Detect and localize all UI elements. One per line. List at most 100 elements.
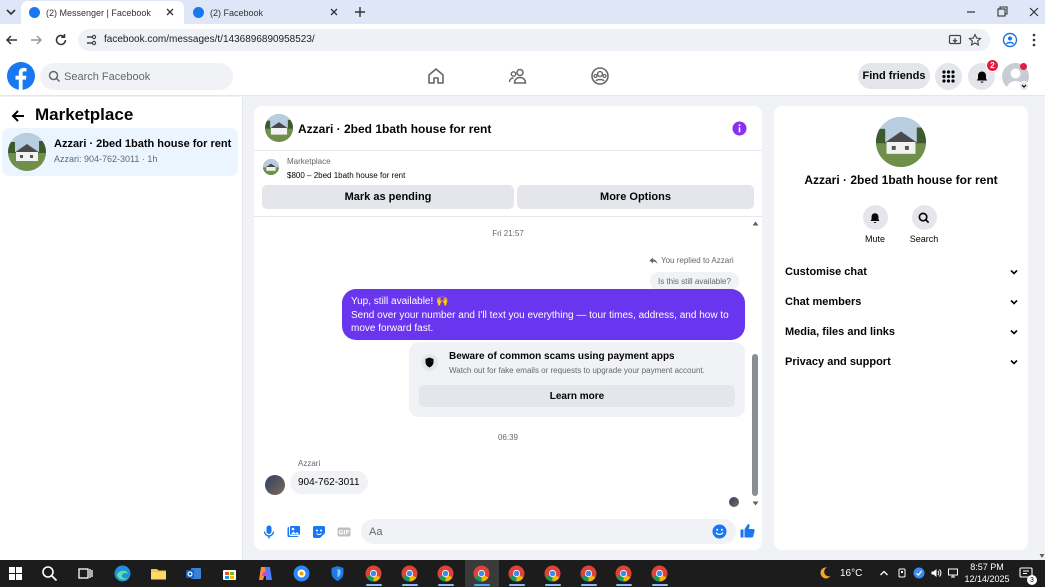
chat-info-panel: Azzari · 2bed 1bath house for rent Mute … — [774, 106, 1028, 550]
clock-date[interactable]: 12/14/2025 — [962, 574, 1012, 584]
quoted-message[interactable]: Is this still available? — [650, 272, 739, 290]
back-arrow-icon[interactable] — [10, 108, 26, 124]
chevron-down-icon — [1021, 84, 1027, 88]
sticker-icon[interactable] — [311, 524, 327, 540]
microphone-icon[interactable] — [261, 524, 277, 540]
chrome-icon[interactable] — [364, 564, 383, 583]
forward-icon[interactable] — [28, 32, 44, 48]
vpn-app-icon[interactable] — [913, 567, 925, 579]
facebook-header: Find friends 2 — [0, 56, 1045, 96]
conversation-item[interactable]: Azzari · 2bed 1bath house for rent Azzar… — [2, 128, 238, 176]
tab-facebook[interactable]: (2) Facebook — [185, 1, 348, 24]
account-caret[interactable] — [1019, 81, 1029, 91]
chrome-icon[interactable] — [614, 564, 633, 583]
section-customise-chat[interactable]: Customise chat — [785, 262, 1019, 282]
section-label: Customise chat — [785, 266, 867, 278]
scroll-up-arrow-icon[interactable] — [752, 220, 759, 227]
chrome-icon[interactable] — [650, 564, 669, 583]
search-action[interactable]: Search — [899, 205, 949, 244]
listing-price-title[interactable]: $800 – 2bed 1bath house for rent — [287, 171, 405, 180]
file-explorer-icon[interactable] — [149, 564, 168, 583]
svg-text:GIF: GIF — [338, 530, 349, 537]
home-icon[interactable] — [426, 66, 446, 86]
install-app-icon[interactable] — [948, 33, 962, 47]
mute-action[interactable]: Mute — [850, 205, 900, 244]
section-media-files-links[interactable]: Media, files and links — [785, 322, 1019, 342]
bookmark-star-icon[interactable] — [968, 33, 982, 47]
running-indicator — [366, 584, 382, 586]
close-window-icon[interactable] — [1025, 3, 1043, 21]
outlook-icon[interactable] — [184, 564, 203, 583]
facebook-search[interactable] — [40, 63, 233, 90]
groups-icon[interactable] — [590, 66, 610, 86]
scrollbar-thumb[interactable] — [752, 354, 758, 496]
message-input[interactable] — [369, 521, 699, 542]
chrome-icon[interactable] — [400, 564, 419, 583]
section-chat-members[interactable]: Chat members — [785, 292, 1019, 312]
defender-shield-icon[interactable] — [328, 564, 347, 583]
find-friends-button[interactable]: Find friends — [858, 63, 930, 89]
chrome-icon[interactable] — [436, 564, 455, 583]
chevron-up-icon[interactable] — [878, 567, 890, 579]
facebook-logo-icon[interactable] — [7, 62, 35, 90]
running-indicator — [509, 584, 525, 586]
windows-taskbar: 16°C 8:57 PM 12/14/2025 3 — [0, 560, 1045, 587]
friends-icon[interactable] — [508, 66, 528, 86]
sender-avatar[interactable] — [265, 475, 285, 495]
microsoft-store-icon[interactable] — [220, 564, 239, 583]
weather-temperature[interactable]: 16°C — [840, 568, 862, 579]
clock-time[interactable]: 8:57 PM — [962, 562, 1012, 572]
more-options-button[interactable]: More Options — [517, 185, 754, 209]
mute-button[interactable] — [862, 205, 888, 230]
section-privacy-support[interactable]: Privacy and support — [785, 352, 1019, 372]
outgoing-message-bubble[interactable]: Yup, still available! 🙌 Send over your n… — [342, 289, 745, 340]
listing-photo[interactable] — [876, 117, 926, 167]
reload-icon[interactable] — [53, 32, 69, 48]
address-bar[interactable]: facebook.com/messages/t/1436896890958523… — [78, 29, 990, 51]
site-info-icon[interactable] — [84, 33, 98, 47]
browser-menu-icon[interactable] — [1027, 32, 1041, 48]
scroll-down-arrow-icon[interactable] — [752, 500, 759, 507]
chrome-icon[interactable] — [472, 564, 491, 583]
usb-device-icon[interactable] — [896, 567, 908, 579]
network-icon[interactable] — [947, 567, 959, 579]
task-view-icon[interactable] — [76, 564, 95, 583]
chrome-icon[interactable] — [579, 564, 598, 583]
tab-search-chevron-icon[interactable] — [3, 4, 19, 20]
restore-icon[interactable] — [993, 3, 1011, 21]
browser-profile-icon[interactable] — [1002, 32, 1018, 48]
search-icon[interactable] — [40, 564, 59, 583]
info-icon[interactable] — [732, 121, 747, 136]
page-scroll-down-icon[interactable] — [1039, 553, 1045, 559]
emoji-icon[interactable] — [712, 524, 727, 539]
search-input[interactable] — [64, 65, 224, 88]
thumbs-up-icon[interactable] — [739, 522, 756, 539]
search-conversation-button[interactable] — [911, 205, 937, 230]
photo-icon[interactable] — [286, 524, 302, 540]
chrome-icon[interactable] — [507, 564, 526, 583]
volume-icon[interactable] — [930, 567, 942, 579]
back-icon[interactable] — [4, 32, 20, 48]
chat-header-thumbnail[interactable] — [265, 114, 293, 142]
chat-panel: Azzari · 2bed 1bath house for rent Marke… — [254, 106, 762, 550]
copilot-icon[interactable] — [256, 564, 275, 583]
chrome-icon[interactable] — [543, 564, 562, 583]
windows-start-icon[interactable] — [6, 564, 25, 583]
search-label: Search — [909, 234, 939, 244]
message-input-box[interactable] — [361, 519, 736, 544]
gif-icon[interactable]: GIF — [336, 524, 352, 540]
moon-weather-icon[interactable] — [818, 566, 832, 580]
minimize-icon[interactable] — [962, 3, 980, 21]
close-tab-icon[interactable] — [328, 6, 340, 18]
tab-messenger[interactable]: (2) Messenger | Facebook — [21, 1, 184, 24]
mark-as-pending-button[interactable]: Mark as pending — [262, 185, 514, 209]
app-blue-icon[interactable] — [292, 564, 311, 583]
menu-button[interactable] — [935, 63, 962, 90]
chat-title[interactable]: Azzari · 2bed 1bath house for rent — [298, 122, 491, 136]
new-tab-plus-icon[interactable] — [351, 3, 369, 21]
learn-more-button[interactable]: Learn more — [419, 385, 735, 407]
incoming-message-bubble[interactable]: 904-762-3011 — [290, 471, 368, 494]
edge-icon[interactable] — [113, 564, 132, 583]
active-indicator — [474, 584, 490, 586]
close-tab-icon[interactable] — [164, 6, 176, 18]
